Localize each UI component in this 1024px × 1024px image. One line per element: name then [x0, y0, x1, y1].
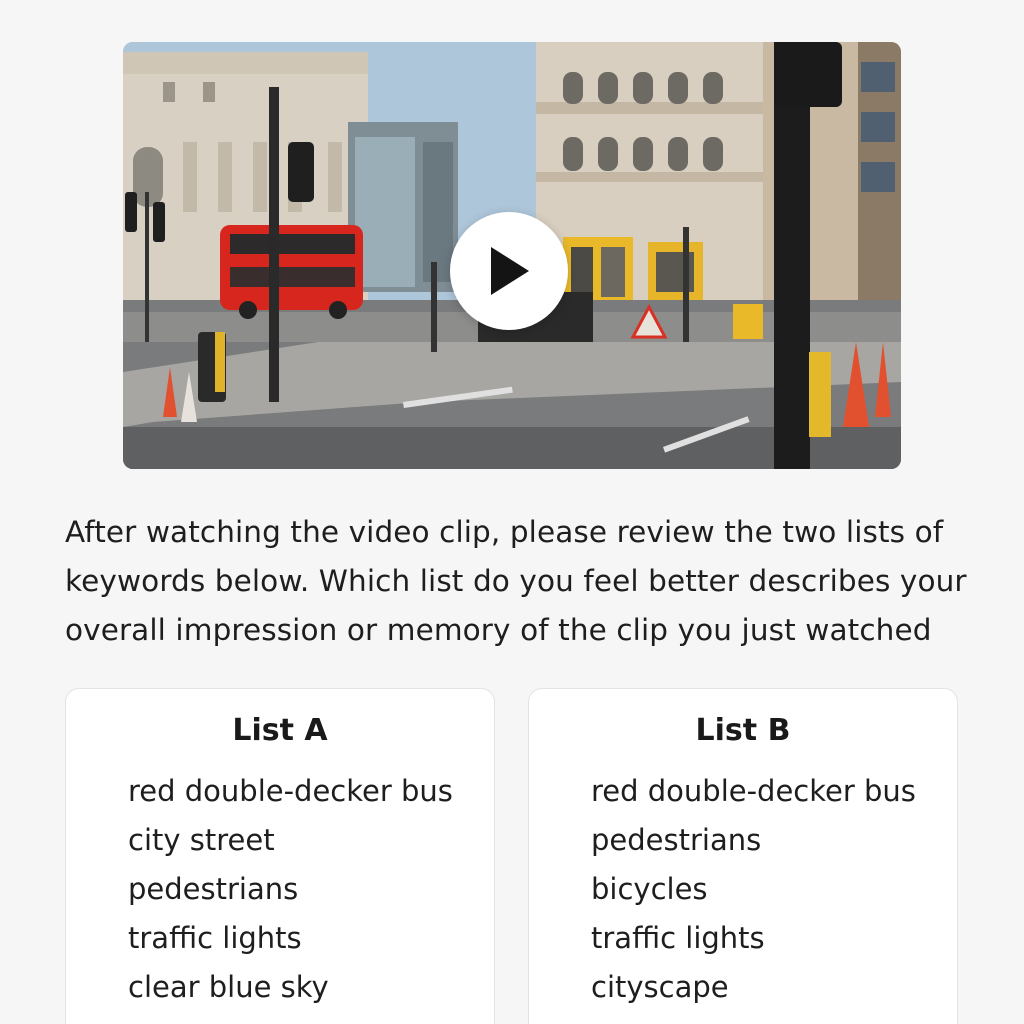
survey-page: After watching the video clip, please re… — [0, 0, 1024, 1024]
list-item: traffic lights — [128, 921, 302, 955]
list-b-title: List B — [695, 713, 791, 748]
list-b-keywords: red double-decker bus pedestrians bicycl… — [591, 767, 916, 1012]
list-item: city street — [128, 823, 275, 857]
list-b-card[interactable]: List B red double-decker bus pedestrians… — [528, 688, 958, 1024]
question-text: After watching the video clip, please re… — [65, 515, 967, 647]
list-item: red double-decker bus — [591, 774, 916, 808]
list-item: clear blue sky — [128, 970, 329, 1004]
list-a-keywords: red double-decker bus city street pedest… — [128, 767, 453, 1012]
list-item: traffic lights — [591, 921, 765, 955]
list-a-title: List A — [232, 713, 328, 748]
list-item: cityscape — [591, 970, 729, 1004]
list-item: pedestrians — [591, 823, 762, 857]
list-item: bicycles — [591, 872, 708, 906]
list-item: pedestrians — [128, 872, 299, 906]
list-a-card[interactable]: List A red double-decker bus city street… — [65, 688, 495, 1024]
list-item: red double-decker bus — [128, 774, 453, 808]
video-player[interactable] — [123, 42, 901, 469]
play-icon — [491, 247, 529, 295]
play-button[interactable] — [450, 212, 568, 330]
